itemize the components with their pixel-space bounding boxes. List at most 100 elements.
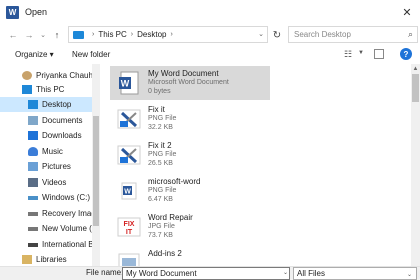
sidebar-item-label: Libraries bbox=[36, 255, 67, 264]
search-input[interactable]: Search Desktop ⌕ bbox=[288, 26, 418, 43]
filter-dropdown-icon[interactable]: ⌄ bbox=[407, 270, 412, 280]
file-size: 26.5 KB bbox=[148, 160, 173, 167]
forward-button[interactable]: → bbox=[22, 27, 36, 43]
file-list-scroll-thumb[interactable] bbox=[412, 74, 419, 102]
sidebar-item[interactable]: International B bbox=[0, 237, 100, 252]
file-size: 0 bytes bbox=[148, 88, 171, 95]
close-button[interactable]: ✕ bbox=[394, 0, 420, 24]
sidebar-item[interactable]: Windows (C:) bbox=[0, 190, 100, 205]
breadcrumb-separator: › bbox=[92, 31, 95, 38]
navigation-bar: ← → ⌄ ↑ › This PC › Desktop › ⌄ ↻ Search… bbox=[0, 24, 420, 46]
file-list-scrollbar[interactable]: ▲ bbox=[411, 64, 420, 266]
repair-image-icon: FIXIT bbox=[117, 217, 141, 237]
svg-text:W: W bbox=[124, 189, 131, 196]
organize-button[interactable]: Organize ▾ bbox=[15, 50, 54, 59]
command-bar: Organize ▾ New folder ☷ ▼ ? bbox=[0, 46, 420, 64]
file-name: Fix it 2 bbox=[148, 141, 172, 150]
file-item[interactable]: Wmicrosoft-word PNG File 6.47 KB bbox=[110, 174, 270, 208]
window-title: Open bbox=[25, 7, 48, 17]
sidebar-item[interactable]: Pictures bbox=[0, 159, 100, 174]
search-placeholder: Search Desktop bbox=[294, 30, 351, 39]
new-folder-button[interactable]: New folder bbox=[72, 50, 110, 59]
refresh-button[interactable]: ↻ bbox=[270, 28, 284, 42]
file-item[interactable]: W My Word Document Microsoft Word Document… bbox=[110, 66, 270, 100]
file-type: PNG File bbox=[148, 151, 177, 158]
title-bar: W Open ✕ bbox=[0, 0, 420, 24]
view-options-icon[interactable]: ☷ bbox=[344, 49, 352, 60]
drive-icon bbox=[28, 211, 38, 216]
sidebar-item-label: Priyanka Chauha bbox=[36, 71, 98, 80]
word-image-icon: W bbox=[121, 182, 137, 200]
file-type-filter-value: All Files bbox=[297, 269, 326, 278]
image-icon bbox=[118, 253, 140, 266]
downloads-icon bbox=[28, 131, 38, 140]
address-bar[interactable]: › This PC › Desktop › ⌄ bbox=[68, 26, 268, 43]
sidebar-item-label: Desktop bbox=[42, 100, 72, 109]
back-button[interactable]: ← bbox=[6, 27, 20, 43]
file-item[interactable]: Fix it PNG File 32.2 KB bbox=[110, 102, 270, 136]
file-type: PNG File bbox=[148, 187, 177, 194]
sidebar-item[interactable]: Desktop bbox=[0, 97, 100, 112]
address-dropdown-icon[interactable]: ⌄ bbox=[258, 30, 264, 38]
sidebar-item[interactable]: New Volume (E bbox=[0, 221, 100, 236]
sidebar-item-label: Windows (C:) bbox=[42, 193, 91, 202]
navigation-pane-scroll-thumb[interactable] bbox=[93, 116, 99, 226]
recent-locations-button[interactable]: ⌄ bbox=[36, 27, 50, 43]
breadcrumb-separator: › bbox=[170, 31, 173, 38]
computer-icon bbox=[22, 85, 32, 94]
file-item[interactable]: Add-ins 2 bbox=[110, 246, 270, 266]
pictures-icon bbox=[28, 162, 38, 171]
fixit-image-icon bbox=[117, 145, 141, 165]
sidebar-item[interactable]: This PC bbox=[0, 82, 100, 97]
svg-text:FIX: FIX bbox=[124, 221, 135, 228]
preview-pane-icon[interactable] bbox=[374, 49, 384, 59]
svg-text:IT: IT bbox=[126, 229, 133, 236]
sidebar-item[interactable]: Documents bbox=[0, 113, 100, 128]
file-name: Word Repair bbox=[148, 213, 193, 222]
desktop-icon bbox=[28, 100, 38, 109]
breadcrumb-this-pc[interactable]: This PC bbox=[98, 30, 126, 39]
this-pc-icon bbox=[73, 30, 84, 39]
file-name-bar: File name: My Word Document ⌄ All Files … bbox=[0, 266, 420, 280]
music-icon bbox=[28, 147, 38, 156]
drive-icon bbox=[28, 242, 38, 247]
sidebar-item[interactable]: Recovery Imag bbox=[0, 206, 100, 221]
file-name-dropdown-icon[interactable]: ⌄ bbox=[283, 269, 288, 276]
file-name-input[interactable]: My Word Document bbox=[122, 267, 290, 280]
sidebar-item[interactable]: Libraries bbox=[0, 252, 100, 266]
file-type-filter[interactable]: All Files ⌄ bbox=[293, 267, 417, 280]
fixit-image-icon bbox=[117, 109, 141, 129]
sidebar-item-label: Videos bbox=[42, 178, 67, 187]
drive-icon bbox=[28, 195, 38, 200]
breadcrumb-separator: › bbox=[130, 31, 134, 38]
sidebar-item-label: Music bbox=[42, 147, 63, 156]
up-button[interactable]: ↑ bbox=[50, 27, 64, 43]
file-item[interactable]: FIX IT Word Repair JPG File 73.7 KB bbox=[110, 210, 270, 244]
view-dropdown-icon[interactable]: ▼ bbox=[358, 50, 364, 56]
sidebar-item[interactable]: Music bbox=[0, 144, 100, 159]
file-list: W My Word Document Microsoft Word Document… bbox=[106, 64, 411, 266]
navigation-pane: Priyanka Chauha This PC Desktop Documents Do… bbox=[0, 64, 100, 266]
user-icon bbox=[22, 71, 32, 80]
drive-icon bbox=[28, 226, 38, 231]
sidebar-item-label: New Volume (E bbox=[42, 224, 98, 233]
word-document-icon: W bbox=[119, 71, 139, 95]
sidebar-item-label: Recovery Imag bbox=[42, 209, 96, 218]
svg-text:W: W bbox=[121, 79, 130, 89]
file-name: microsoft-word bbox=[148, 177, 201, 186]
navigation-pane-scrollbar[interactable] bbox=[92, 64, 100, 266]
sidebar-item[interactable]: Downloads bbox=[0, 128, 100, 143]
sidebar-item-label: Downloads bbox=[42, 131, 82, 140]
file-type: Microsoft Word Document bbox=[148, 79, 229, 86]
sidebar-item[interactable]: Priyanka Chauha bbox=[0, 68, 100, 83]
file-type: JPG File bbox=[148, 223, 175, 230]
breadcrumb-desktop[interactable]: Desktop bbox=[137, 30, 166, 39]
file-item[interactable]: Fix it 2 PNG File 26.5 KB bbox=[110, 138, 270, 172]
sidebar-item-label: This PC bbox=[36, 85, 65, 94]
scroll-up-icon[interactable]: ▲ bbox=[411, 64, 420, 73]
help-button[interactable]: ? bbox=[400, 48, 412, 60]
sidebar-item[interactable]: Videos bbox=[0, 175, 100, 190]
documents-icon bbox=[28, 116, 38, 125]
file-type: PNG File bbox=[148, 115, 177, 122]
sidebar-item-label: Documents bbox=[42, 116, 83, 125]
